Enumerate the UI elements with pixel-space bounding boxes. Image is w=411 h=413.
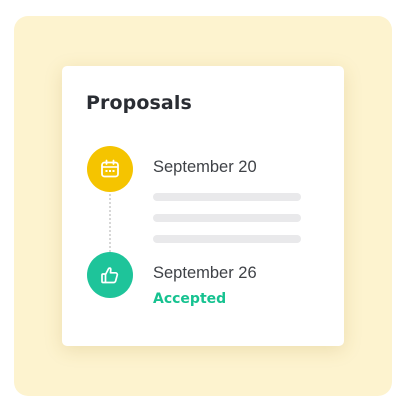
card-title: Proposals [86,92,192,114]
calendar-icon [87,146,133,192]
thumbs-up-icon [87,252,133,298]
placeholder-line [153,235,301,243]
step-date: September 26 [153,264,257,282]
timeline-connector [109,194,111,252]
proposals-card: Proposals September 20 September 26 Acce… [62,66,344,346]
status-badge: Accepted [153,291,227,307]
placeholder-line [153,193,301,201]
placeholder-line [153,214,301,222]
step-date: September 20 [153,158,257,176]
